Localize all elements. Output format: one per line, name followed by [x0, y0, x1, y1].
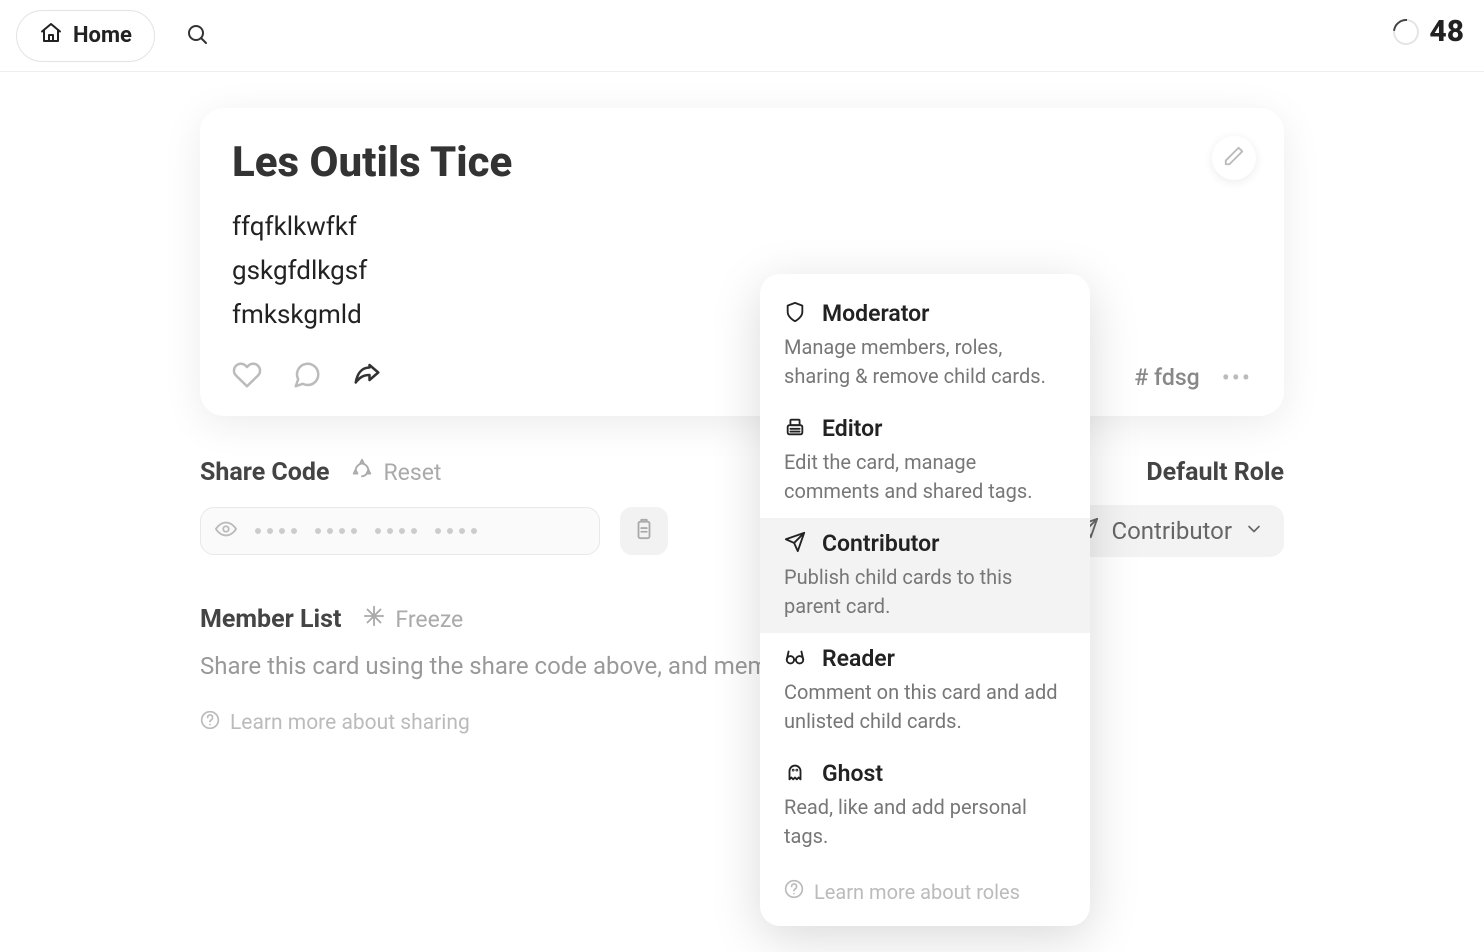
- share-button[interactable]: [352, 362, 382, 392]
- role-desc: Read, like and add personal tags.: [784, 793, 1066, 851]
- role-name: Contributor: [822, 530, 939, 557]
- card-title: Les Outils Tice: [232, 138, 1252, 187]
- role-item-contributor[interactable]: Contributor Publish child cards to this …: [760, 518, 1090, 633]
- learn-more-sharing-label: Learn more about sharing: [230, 711, 470, 735]
- search-icon: [185, 22, 209, 50]
- comment-icon: [292, 360, 322, 394]
- role-item-moderator[interactable]: Moderator Manage members, roles, sharing…: [760, 288, 1090, 403]
- freeze-label: Freeze: [395, 606, 463, 633]
- role-name: Editor: [822, 415, 882, 442]
- learn-more-roles[interactable]: Learn more about roles: [760, 863, 1090, 912]
- reset-label: Reset: [383, 459, 441, 486]
- main: Les Outils Tice ffqfklkwfkf gskgfdlkgsf …: [0, 72, 1484, 736]
- role-desc: Publish child cards to this parent card.: [784, 563, 1066, 621]
- count-value: 48: [1429, 14, 1464, 49]
- eye-icon[interactable]: [215, 518, 237, 544]
- recycle-icon: [351, 458, 373, 486]
- card-tag[interactable]: # fdsg: [1134, 364, 1199, 391]
- role-item-ghost[interactable]: Ghost Read, like and add personal tags.: [760, 748, 1090, 863]
- comment-button[interactable]: [292, 362, 322, 392]
- copy-button[interactable]: [620, 507, 668, 555]
- member-hint: Share this card using the share code abo…: [200, 652, 1284, 680]
- selected-role-label: Contributor: [1111, 517, 1232, 545]
- help-circle-icon: [200, 710, 220, 736]
- role-item-editor[interactable]: Editor Edit the card, manage comments an…: [760, 403, 1090, 518]
- share-row: Contributor: [200, 505, 1284, 557]
- share-code-hidden: [255, 528, 585, 534]
- learn-more-sharing[interactable]: Learn more about sharing: [200, 710, 1284, 736]
- role-item-reader[interactable]: Reader Comment on this card and add unli…: [760, 633, 1090, 748]
- home-icon: [39, 21, 63, 51]
- card-line: fmkskgmld: [232, 293, 1252, 337]
- like-button[interactable]: [232, 362, 262, 392]
- shield-icon: [784, 301, 806, 327]
- snowflake-icon: [363, 605, 385, 633]
- member-section: Member List Freeze Share this card using…: [200, 605, 1284, 736]
- share-code-input[interactable]: [200, 507, 600, 555]
- share-section-header: Share Code Reset Default Role: [200, 458, 1284, 487]
- header-count: 48: [1393, 14, 1464, 49]
- reset-button[interactable]: Reset: [351, 458, 441, 486]
- role-dropdown: Moderator Manage members, roles, sharing…: [760, 274, 1090, 926]
- default-role-title: Default Role: [1146, 458, 1284, 487]
- progress-ring-icon: [1388, 13, 1425, 50]
- role-desc: Comment on this card and add unlisted ch…: [784, 678, 1066, 736]
- role-name: Ghost: [822, 760, 883, 787]
- share-arrow-icon: [352, 360, 382, 394]
- clipboard-icon: [633, 518, 655, 544]
- freeze-button[interactable]: Freeze: [363, 605, 463, 633]
- learn-more-roles-label: Learn more about roles: [814, 880, 1020, 904]
- chevron-down-icon: [1244, 517, 1264, 545]
- card-more-button[interactable]: •••: [1222, 364, 1252, 392]
- help-circle-icon: [784, 879, 804, 904]
- member-list-title: Member List: [200, 605, 341, 634]
- role-name: Reader: [822, 645, 895, 672]
- role-desc: Edit the card, manage comments and share…: [784, 448, 1066, 506]
- card-line: gskgfdlkgsf: [232, 249, 1252, 293]
- more-horizontal-icon: •••: [1222, 364, 1252, 392]
- edit-button[interactable]: [1212, 136, 1256, 180]
- pencil-icon: [1223, 145, 1245, 171]
- search-button[interactable]: [183, 22, 211, 50]
- card-line: ffqfklkwfkf: [232, 205, 1252, 249]
- home-button[interactable]: Home: [16, 10, 155, 62]
- glasses-icon: [784, 646, 806, 672]
- share-code-title: Share Code: [200, 458, 329, 487]
- role-name: Moderator: [822, 300, 929, 327]
- card-footer: [232, 362, 1252, 392]
- home-label: Home: [73, 23, 132, 48]
- send-icon: [784, 531, 806, 557]
- card: Les Outils Tice ffqfklkwfkf gskgfdlkgsf …: [200, 108, 1284, 416]
- role-desc: Manage members, roles, sharing & remove …: [784, 333, 1066, 391]
- card-body: ffqfklkwfkf gskgfdlkgsf fmkskgmld: [232, 205, 1252, 338]
- header: Home 48: [0, 0, 1484, 72]
- typewriter-icon: [784, 416, 806, 442]
- ghost-icon: [784, 761, 806, 787]
- default-role-select[interactable]: Contributor: [1057, 505, 1284, 557]
- heart-icon: [232, 360, 262, 394]
